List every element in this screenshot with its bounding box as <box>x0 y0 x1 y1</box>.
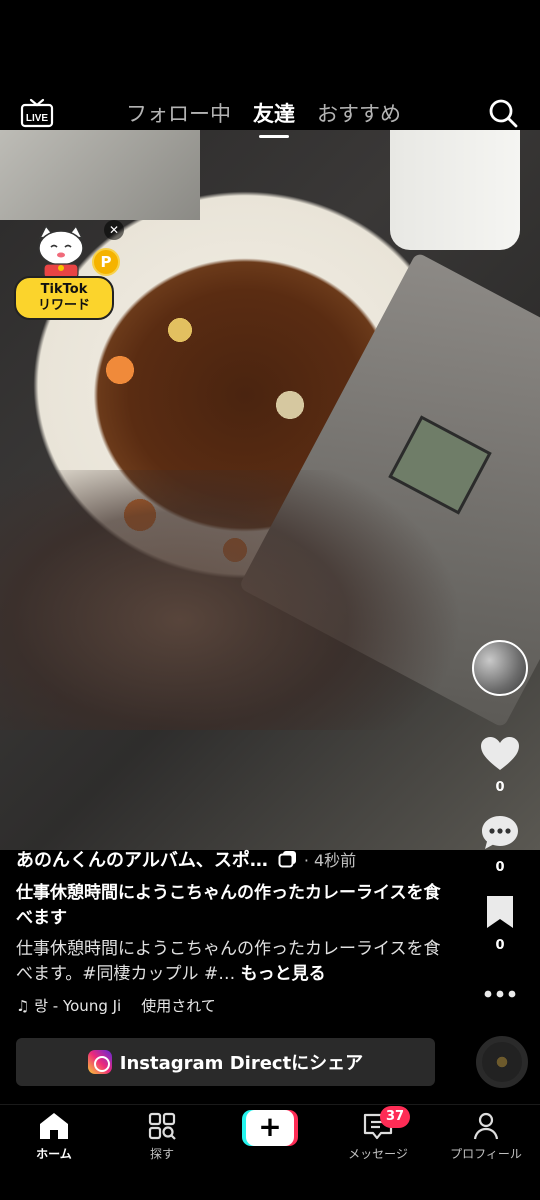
music-title: ♫ 랑 - Young Ji <box>16 997 122 1015</box>
nav-explore[interactable]: 探す <box>112 1111 212 1162</box>
like-count: 0 <box>495 780 505 795</box>
home-icon <box>40 1113 68 1139</box>
comment-count: 0 <box>495 860 505 875</box>
nav-profile-label: プロフィール <box>450 1147 522 1161</box>
comment-icon <box>482 816 518 849</box>
coin-icon: P <box>92 248 120 276</box>
post-time: · 4秒前 <box>303 851 357 870</box>
blurred-finger <box>0 470 480 730</box>
bookmark-count: 0 <box>495 938 505 953</box>
music-row[interactable]: ♫ 랑 - Young Ji 使用されて <box>16 995 446 1016</box>
nav-inbox[interactable]: メッセージ <box>328 1111 428 1162</box>
tab-following[interactable]: フォロー中 <box>126 98 231 128</box>
live-icon[interactable]: LIVE <box>20 98 54 128</box>
bookmark-icon <box>487 896 513 928</box>
post-description[interactable]: 仕事休憩時間にようこちゃんの作ったカレーライスを食べます。#同棲カップル #… … <box>16 937 446 987</box>
search-icon[interactable] <box>488 98 518 128</box>
instagram-icon <box>87 1050 112 1074</box>
description-text: 仕事休憩時間にようこちゃんの作ったカレーライスを食べます。#同棲カップル #… <box>16 939 441 984</box>
profile-icon <box>473 1112 499 1140</box>
comment-button[interactable]: 0 <box>476 814 524 875</box>
inbox-badge: 37 <box>380 1106 411 1128</box>
music-disc[interactable] <box>476 1036 528 1088</box>
nav-inbox-label: メッセージ <box>348 1147 408 1161</box>
bottle <box>390 130 520 250</box>
post-caption: あのんくんのアルバム、スポ… · 4秒前 仕事休憩時間にようこちゃんの作ったカレ… <box>16 845 446 1016</box>
nav-home-label: ホーム <box>36 1147 72 1161</box>
lucky-cat-icon <box>38 224 84 279</box>
rewards-label-line2: リワード <box>37 298 90 313</box>
heart-icon <box>481 737 519 770</box>
tab-for-you[interactable]: おすすめ <box>317 98 401 128</box>
foil-package <box>0 130 200 220</box>
more-icon <box>484 990 516 998</box>
photo-mode-icon <box>278 851 296 868</box>
see-more-link[interactable]: もっと見る <box>241 964 326 984</box>
rewards-label: TikTok リワード <box>14 276 114 320</box>
tiktok-rewards-badge[interactable]: ✕ P TikTok リワード <box>12 218 124 322</box>
bookmark-button[interactable]: 0 <box>476 894 524 953</box>
like-button[interactable]: 0 <box>476 736 524 795</box>
nav-profile[interactable]: プロフィール <box>436 1111 536 1162</box>
music-used-label: 使用されて <box>141 997 216 1015</box>
nav-explore-label: 探す <box>149 1147 174 1161</box>
rewards-label-line1: TikTok <box>40 282 88 297</box>
svg-text:LIVE: LIVE <box>26 113 49 124</box>
create-button[interactable]: + <box>242 1110 298 1146</box>
share-label: Instagram Directにシェア <box>119 1053 364 1074</box>
author-name[interactable]: あのんくんのアルバム、スポ… <box>16 846 268 872</box>
tab-friends[interactable]: 友達 <box>253 98 295 138</box>
creator-avatar[interactable] <box>472 640 528 696</box>
post-title: 仕事休憩時間にようこちゃんの作ったカレーライスを食べます <box>16 883 441 928</box>
close-icon[interactable]: ✕ <box>104 220 124 240</box>
feed-tabs: フォロー中 友達 おすすめ <box>126 98 401 138</box>
explore-icon <box>148 1112 176 1140</box>
nav-home[interactable]: ホーム <box>4 1111 104 1162</box>
instagram-share-button[interactable]: Instagram Directにシェア <box>16 1038 435 1086</box>
more-options-button[interactable] <box>476 984 524 1008</box>
top-bar: LIVE フォロー中 友達 おすすめ <box>0 92 540 138</box>
plus-icon: + <box>246 1110 294 1146</box>
